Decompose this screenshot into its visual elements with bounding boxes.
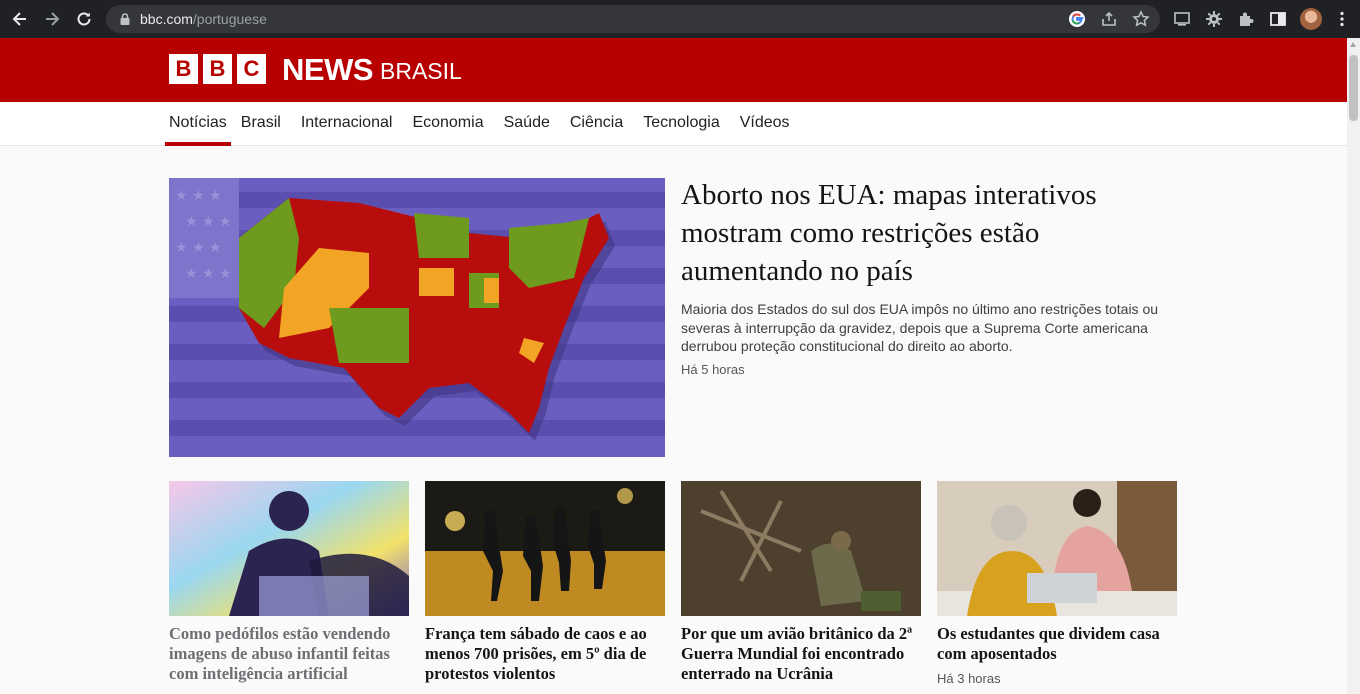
url-path: /portuguese (192, 11, 267, 27)
nav-item-tecnologia[interactable]: Tecnologia (633, 102, 730, 146)
hero-headline[interactable]: Aborto nos EUA: mapas interativos mostra… (681, 176, 1181, 290)
story-image[interactable] (937, 481, 1177, 616)
side-panel-icon[interactable] (1268, 9, 1288, 29)
nav-item-economia[interactable]: Economia (402, 102, 493, 146)
puzzle-extensions-icon[interactable] (1236, 9, 1256, 29)
bbc-logo-block: C (237, 54, 266, 84)
scroll-up-arrow[interactable] (1350, 42, 1356, 47)
news-wordmark[interactable]: NEWS (282, 52, 374, 88)
svg-text:★ ★ ★: ★ ★ ★ (185, 214, 232, 230)
scroll-thumb[interactable] (1349, 55, 1358, 121)
svg-text:★ ★ ★: ★ ★ ★ (175, 240, 222, 256)
gear-extension-icon[interactable] (1204, 9, 1224, 29)
back-icon[interactable] (10, 9, 30, 29)
section-nav: Notícias Brasil Internacional Economia S… (0, 102, 1347, 146)
bbc-logo-block: B (169, 54, 198, 84)
google-icon[interactable] (1068, 10, 1086, 28)
forward-icon[interactable] (42, 9, 62, 29)
kebab-menu-icon[interactable] (1332, 9, 1352, 29)
story-card[interactable]: Os estudantes que dividem casa com apose… (937, 481, 1177, 686)
story-image[interactable] (425, 481, 665, 616)
nav-item-noticias[interactable]: Notícias (165, 102, 231, 146)
svg-text:★ ★ ★: ★ ★ ★ (185, 266, 232, 282)
cast-icon[interactable] (1172, 9, 1192, 29)
story-image[interactable] (169, 481, 409, 616)
nav-item-saude[interactable]: Saúde (494, 102, 560, 146)
story-timestamp: Há 3 horas (937, 671, 1001, 686)
edition-wordmark[interactable]: BRASIL (380, 58, 462, 85)
nav-item-videos[interactable]: Vídeos (730, 102, 800, 146)
story-headline[interactable]: Os estudantes que dividem casa com apose… (937, 624, 1177, 664)
url-host: bbc.com (140, 11, 193, 27)
page-scrollbar[interactable] (1347, 38, 1360, 694)
bookmark-star-icon[interactable] (1132, 10, 1150, 28)
story-card[interactable]: Por que um avião britânico da 2ª Guerra … (681, 481, 921, 684)
story-headline[interactable]: Como pedófilos estão vendendo imagens de… (169, 624, 409, 684)
story-headline[interactable]: França tem sábado de caos e ao menos 700… (425, 624, 665, 684)
story-card[interactable]: Como pedófilos estão vendendo imagens de… (169, 481, 409, 684)
story-card[interactable]: França tem sábado de caos e ao menos 700… (425, 481, 665, 684)
hero-summary: Maioria dos Estados do sul dos EUA impôs… (681, 301, 1159, 354)
story-image[interactable] (681, 481, 921, 616)
reload-icon[interactable] (74, 9, 94, 29)
nav-item-internacional[interactable]: Internacional (291, 102, 403, 146)
lock-icon[interactable] (118, 12, 132, 26)
svg-text:★ ★ ★: ★ ★ ★ (175, 188, 222, 204)
story-headline[interactable]: Por que um avião britânico da 2ª Guerra … (681, 624, 921, 684)
profile-avatar[interactable] (1300, 8, 1322, 30)
browser-toolbar: bbc.com/portuguese (0, 0, 1360, 38)
bbc-masthead: B B C NEWS BRASIL (0, 38, 1347, 102)
url-text[interactable]: bbc.com/portuguese (140, 11, 267, 27)
bbc-logo[interactable]: B B C (169, 54, 266, 84)
hero-timestamp: Há 5 horas (681, 362, 745, 377)
bbc-logo-block: B (203, 54, 232, 84)
nav-item-brasil[interactable]: Brasil (231, 102, 291, 146)
hero-image[interactable]: ★ ★ ★ ★ ★ ★ ★ ★ ★ ★ ★ ★ (169, 178, 665, 457)
nav-item-ciencia[interactable]: Ciência (560, 102, 633, 146)
address-bar[interactable]: bbc.com/portuguese (106, 5, 1160, 33)
share-icon[interactable] (1100, 10, 1118, 28)
